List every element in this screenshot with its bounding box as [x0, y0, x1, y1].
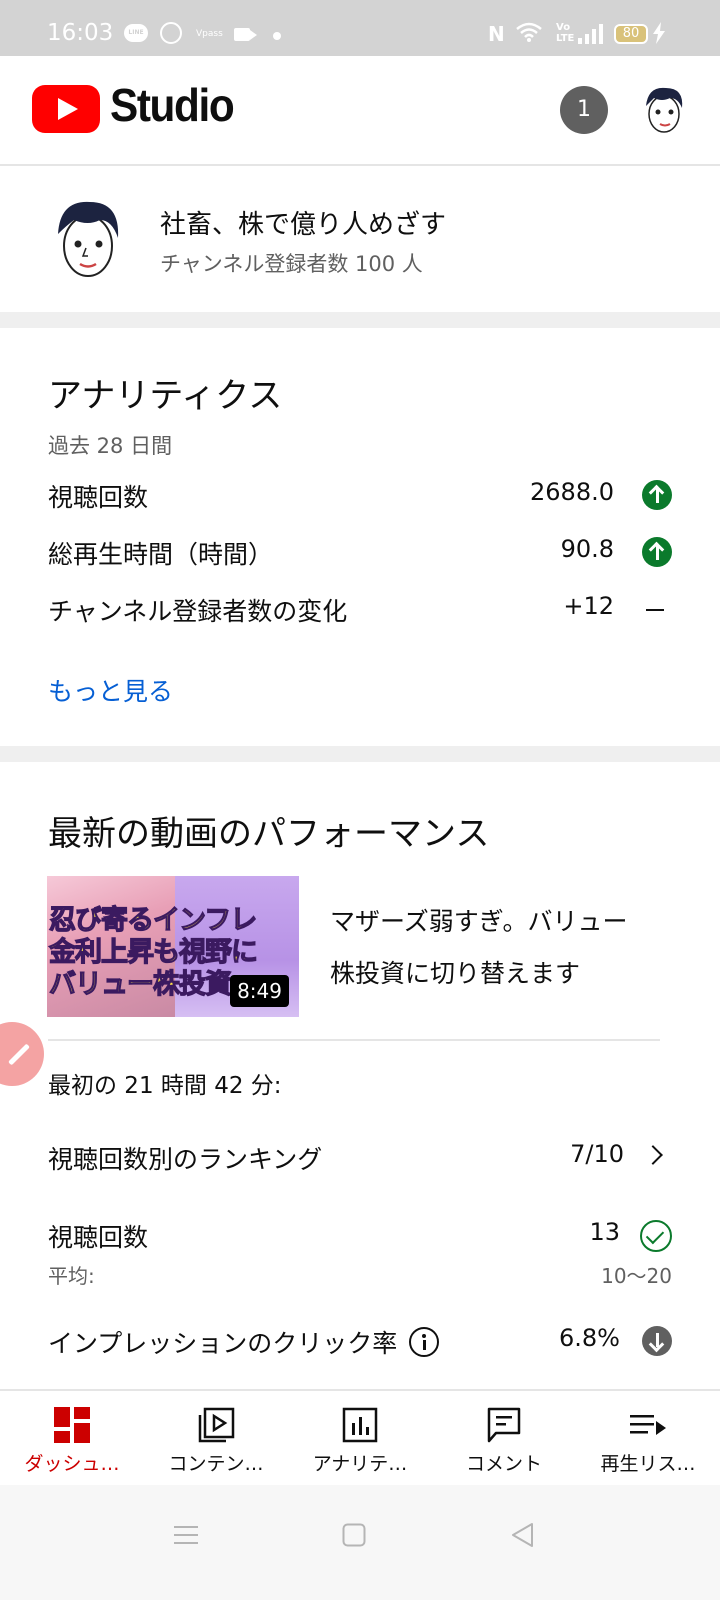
average-value: 10〜20	[601, 1264, 672, 1288]
average-label: 平均:	[48, 1264, 95, 1288]
nav-dashboard[interactable]: ダッシュ…	[0, 1391, 144, 1487]
analytics-title: アナリティクス	[48, 376, 283, 416]
dashboard-icon	[54, 1407, 90, 1443]
ctr-label-wrap: インプレッションのクリック率	[48, 1324, 440, 1360]
bottom-navigation: ダッシュ… コンテン… アナリテ… コメント 再生リス…	[0, 1389, 720, 1485]
check-circle-icon	[160, 22, 182, 44]
trend-up-icon	[642, 537, 672, 567]
playlist-icon	[630, 1415, 666, 1435]
video-title-line: 株投資に切り替えます	[330, 959, 581, 988]
channel-avatar	[58, 201, 119, 277]
section-divider	[0, 312, 720, 328]
nav-label: ダッシュ…	[24, 1453, 120, 1475]
video-title-line: マザーズ弱すぎ。バリュー	[330, 907, 628, 936]
nav-analytics[interactable]: アナリテ…	[288, 1391, 432, 1487]
latest-video-title: 最新の動画のパフォーマンス	[48, 814, 490, 854]
metric-value: 2688.0	[530, 478, 614, 506]
home-icon[interactable]	[342, 1523, 366, 1547]
trend-up-icon	[642, 480, 672, 510]
volte-icon: Vo LTE	[556, 22, 575, 44]
nav-content[interactable]: コンテン…	[144, 1391, 288, 1487]
nav-label: 再生リス…	[600, 1453, 696, 1475]
menu-icon[interactable]	[174, 1525, 198, 1545]
status-bar: 16:03 LINE Vpass N Vo LTE 80	[0, 0, 720, 56]
trend-flat-icon	[646, 609, 664, 611]
nfc-icon: N	[488, 22, 505, 46]
nav-comments[interactable]: コメント	[432, 1391, 576, 1487]
ctr-row: インプレッションのクリック率 6.8%	[48, 1324, 672, 1364]
wifi-icon	[516, 22, 542, 42]
first-period-label: 最初の 21 時間 42 分:	[48, 1073, 282, 1099]
charging-icon	[653, 22, 665, 44]
analytics-period: 過去 28 日間	[48, 434, 173, 458]
status-time: 16:03	[47, 20, 114, 46]
comment-icon	[487, 1407, 521, 1443]
channel-summary[interactable]: 社畜、株で億り人めざす チャンネル登録者数 100 人	[0, 168, 720, 312]
metric-label: 総再生時間（時間）	[48, 540, 274, 569]
analytics-icon	[342, 1407, 378, 1443]
channel-name: 社畜、株で億り人めざす	[160, 210, 447, 240]
content-icon	[198, 1407, 235, 1443]
see-more-link[interactable]: もっと見る	[48, 672, 173, 708]
ctr-label: インプレッションのクリック率	[48, 1329, 398, 1358]
ranking-row[interactable]: 視聴回数別のランキング 7/10	[48, 1140, 672, 1180]
back-icon[interactable]	[510, 1522, 534, 1548]
metric-row-watch-time: 総再生時間（時間） 90.8	[48, 535, 672, 575]
video-views-row: 視聴回数 13 平均: 10〜20	[48, 1218, 672, 1288]
metric-label: チャンネル登録者数の変化	[48, 597, 348, 626]
metric-value: +12	[563, 592, 614, 620]
app-title: Studio	[110, 79, 235, 131]
video-title[interactable]: マザーズ弱すぎ。バリュー 株投資に切り替えます	[330, 896, 670, 1000]
metric-value: 90.8	[560, 535, 614, 563]
notification-badge[interactable]: 1	[560, 86, 608, 134]
video-thumbnail[interactable]: 忍び寄るインフレ 金利上昇も視野に バリュー株投資 8:49	[47, 876, 299, 1017]
system-navigation-bar	[0, 1485, 720, 1600]
app-header: Studio 1	[0, 56, 720, 166]
metric-row-views: 視聴回数 2688.0	[48, 478, 672, 518]
ranking-value: 7/10	[570, 1140, 624, 1168]
views-label: 視聴回数	[48, 1223, 149, 1252]
nav-label: アナリテ…	[312, 1453, 408, 1475]
thumbnail-text: バリュー株投資	[48, 968, 232, 1000]
youtube-logo-icon[interactable]	[32, 85, 100, 133]
check-circle-icon	[640, 1220, 672, 1252]
section-divider	[0, 746, 720, 762]
account-avatar[interactable]	[640, 84, 688, 136]
vpass-icon: Vpass	[196, 29, 223, 39]
metric-row-subscribers: チャンネル登録者数の変化 +12	[48, 592, 672, 632]
ctr-value: 6.8%	[559, 1324, 620, 1352]
nav-label: コメント	[465, 1453, 542, 1475]
subscriber-count: チャンネル登録者数 100 人	[160, 252, 423, 276]
metric-label: 視聴回数	[48, 483, 149, 512]
trend-down-icon	[642, 1326, 672, 1356]
chevron-right-icon	[643, 1145, 663, 1165]
ranking-label: 視聴回数別のランキング	[48, 1145, 323, 1174]
video-duration: 8:49	[230, 975, 289, 1007]
info-icon[interactable]	[409, 1327, 440, 1357]
signal-icon	[578, 24, 603, 44]
battery-icon: 80	[614, 24, 648, 44]
video-icon	[234, 28, 257, 41]
line-icon: LINE	[124, 24, 148, 42]
divider	[48, 1039, 660, 1041]
nav-playlists[interactable]: 再生リス…	[576, 1391, 720, 1487]
dot-icon	[273, 32, 281, 40]
edit-pencil-icon[interactable]	[0, 1022, 44, 1086]
nav-label: コンテン…	[168, 1453, 264, 1475]
views-value: 13	[589, 1218, 620, 1246]
